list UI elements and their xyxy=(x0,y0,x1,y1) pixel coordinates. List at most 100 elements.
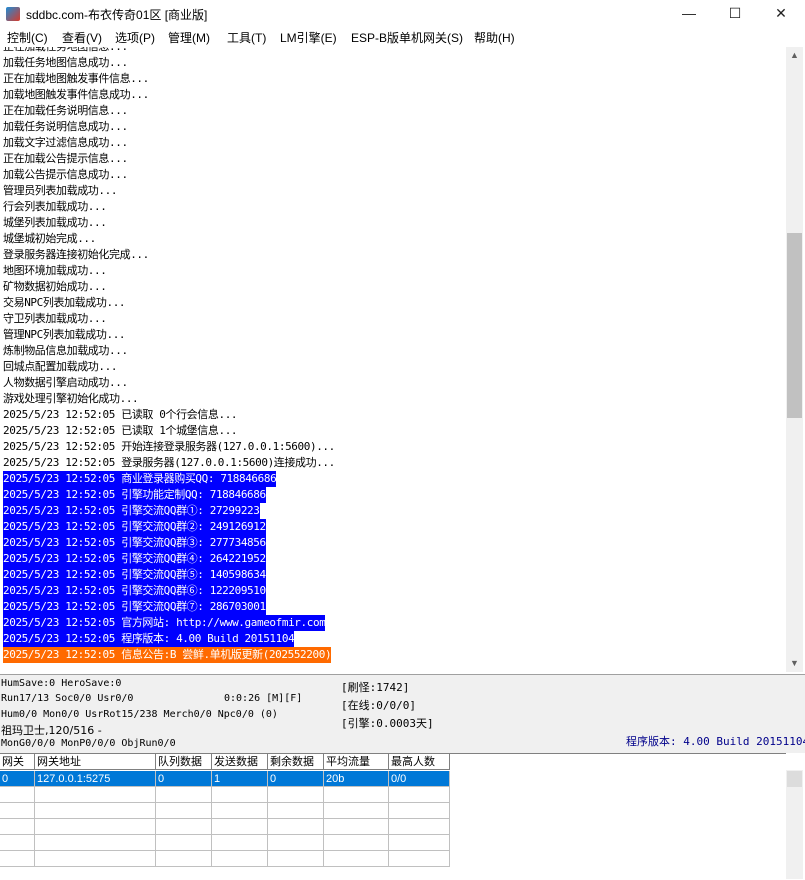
column-header[interactable]: 网关 xyxy=(0,754,35,770)
log-line: 加载公告提示信息成功... xyxy=(3,168,128,181)
log-line: 加载地图触发事件信息成功... xyxy=(3,88,149,101)
log-output[interactable]: 正在加载任务地图信息...加载任务地图信息成功... 正在加载地图触发事件信息..… xyxy=(0,47,786,672)
title-bar: sddbc.com-布衣传奇01区 [商业版] — ☐ ✕ xyxy=(0,0,805,28)
log-line: 2025/5/23 12:52:05 引擎交流QQ群⑤: 140598634 xyxy=(3,567,266,583)
empty-cell[interactable] xyxy=(0,851,35,867)
table-cell[interactable]: 0 xyxy=(268,771,324,787)
window-title: sddbc.com-布衣传奇01区 [商业版] xyxy=(26,8,208,22)
empty-cell[interactable] xyxy=(35,851,156,867)
empty-cell[interactable] xyxy=(212,851,268,867)
empty-cell[interactable] xyxy=(0,803,35,819)
empty-cell[interactable] xyxy=(268,803,324,819)
log-line: 正在加载地图触发事件信息... xyxy=(3,72,149,85)
menu-view[interactable]: 查看(V) xyxy=(62,29,102,46)
empty-cell[interactable] xyxy=(156,851,212,867)
menu-options[interactable]: 选项(P) xyxy=(115,29,155,46)
table-cell[interactable]: 1 xyxy=(212,771,268,787)
empty-cell[interactable] xyxy=(0,787,35,803)
empty-cell[interactable] xyxy=(35,835,156,851)
log-line: 2025/5/23 12:52:05 官方网站: http://www.game… xyxy=(3,615,326,631)
log-line: 2025/5/23 12:52:05 开始连接登录服务器(127.0.0.1:5… xyxy=(3,440,335,453)
column-header[interactable]: 平均流量 xyxy=(324,754,389,770)
log-scrollbar[interactable]: ▲ ▼ xyxy=(786,47,803,672)
log-line: 城堡城初始完成... xyxy=(3,232,96,245)
log-line: 2025/5/23 12:52:05 信息公告:B 尝鲜.单机版更新(20255… xyxy=(3,647,332,663)
empty-cell[interactable] xyxy=(389,787,450,803)
log-line: 2025/5/23 12:52:05 引擎功能定制QQ: 718846686 xyxy=(3,487,266,503)
empty-cell[interactable] xyxy=(389,803,450,819)
empty-cell[interactable] xyxy=(268,819,324,835)
log-line: 2025/5/23 12:52:05 引擎交流QQ群⑥: 122209510 xyxy=(3,583,266,599)
empty-cell[interactable] xyxy=(35,787,156,803)
table-cell[interactable]: 127.0.0.1:5275 xyxy=(35,771,156,787)
empty-cell[interactable] xyxy=(35,819,156,835)
table-scroll-thumb[interactable] xyxy=(787,771,802,787)
empty-cell[interactable] xyxy=(324,819,389,835)
log-line: 炼制物品信息加载成功... xyxy=(3,344,128,357)
column-header[interactable]: 剩余数据 xyxy=(268,754,324,770)
column-header[interactable]: 最高人数 xyxy=(389,754,450,770)
table-scrollbar[interactable] xyxy=(786,770,803,879)
status-runtime: 0:0:26 [M][F] xyxy=(224,693,303,704)
empty-cell[interactable] xyxy=(324,787,389,803)
empty-cell[interactable] xyxy=(324,835,389,851)
empty-cell[interactable] xyxy=(35,803,156,819)
empty-cell[interactable] xyxy=(389,835,450,851)
log-line: 游戏处理引擎初始化成功... xyxy=(3,392,139,405)
empty-cell[interactable] xyxy=(212,819,268,835)
maximize-button[interactable]: ☐ xyxy=(712,0,758,28)
empty-cell[interactable] xyxy=(0,835,35,851)
log-line: 人物数据引擎启动成功... xyxy=(3,376,128,389)
empty-cell[interactable] xyxy=(324,851,389,867)
gateway-table[interactable]: 网关 网关地址 队列数据 发送数据 剩余数据 平均流量 最高人数 0 127.0.0.1:527… xyxy=(0,753,786,880)
empty-cell[interactable] xyxy=(156,787,212,803)
log-line: 加载文字过滤信息成功... xyxy=(3,136,128,149)
empty-cell[interactable] xyxy=(156,835,212,851)
log-line: 城堡列表加载成功... xyxy=(3,216,107,229)
empty-cell[interactable] xyxy=(268,851,324,867)
menu-bar: 控制(C) 查看(V) 选项(P) 管理(M) 工具(T) LM引擎(E) ES… xyxy=(0,28,805,47)
scroll-down-icon[interactable]: ▼ xyxy=(786,655,803,672)
refresh-count: [刷怪:1742] xyxy=(341,681,410,694)
empty-cell[interactable] xyxy=(268,835,324,851)
table-cell[interactable]: 0/0 xyxy=(389,771,450,787)
log-line: 2025/5/23 12:52:05 引擎交流QQ群③: 277734856 xyxy=(3,535,266,551)
menu-esp-gateway[interactable]: ESP-B版单机网关(S) xyxy=(351,29,463,46)
table-cell[interactable]: 0 xyxy=(0,771,35,787)
empty-cell[interactable] xyxy=(268,787,324,803)
empty-cell[interactable] xyxy=(156,803,212,819)
empty-cell[interactable] xyxy=(156,819,212,835)
log-line: 正在加载公告提示信息... xyxy=(3,152,128,165)
table-cell[interactable]: 0 xyxy=(156,771,212,787)
close-button[interactable]: ✕ xyxy=(758,0,804,28)
empty-cell[interactable] xyxy=(212,803,268,819)
log-line: 2025/5/23 12:52:05 引擎交流QQ群④: 264221952 xyxy=(3,551,266,567)
log-line: 矿物数据初始成功... xyxy=(3,280,107,293)
menu-control[interactable]: 控制(C) xyxy=(7,29,48,46)
menu-lm-engine[interactable]: LM引擎(E) xyxy=(280,29,337,46)
empty-cell[interactable] xyxy=(212,787,268,803)
column-header[interactable]: 发送数据 xyxy=(212,754,268,770)
log-line: 正在加载任务说明信息... xyxy=(3,104,128,117)
column-header[interactable]: 队列数据 xyxy=(156,754,212,770)
scroll-thumb[interactable] xyxy=(787,233,802,418)
minimize-button[interactable]: — xyxy=(666,0,712,28)
empty-cell[interactable] xyxy=(212,835,268,851)
log-line: 守卫列表加载成功... xyxy=(3,312,107,325)
empty-cell[interactable] xyxy=(324,803,389,819)
status-counts: Hum0/0 Mon0/0 UsrRot15/238 Merch0/0 Npc0… xyxy=(1,709,278,720)
empty-cell[interactable] xyxy=(389,851,450,867)
column-header[interactable]: 网关地址 xyxy=(35,754,156,770)
log-line: 加载任务说明信息成功... xyxy=(3,120,128,133)
empty-cell[interactable] xyxy=(389,819,450,835)
table-cell[interactable]: 20b xyxy=(324,771,389,787)
status-panel: HumSave:0 HeroSave:0 Run17/13 Soc0/0 Usr… xyxy=(0,674,805,753)
menu-help[interactable]: 帮助(H) xyxy=(474,29,515,46)
empty-cell[interactable] xyxy=(0,819,35,835)
scroll-up-icon[interactable]: ▲ xyxy=(786,47,803,64)
log-line: 2025/5/23 12:52:05 引擎交流QQ群①: 27299223 xyxy=(3,503,260,519)
status-monster: 祖玛卫士,120/516 - xyxy=(1,724,102,737)
menu-tools[interactable]: 工具(T) xyxy=(227,29,266,46)
menu-manage[interactable]: 管理(M) xyxy=(168,29,210,46)
app-icon xyxy=(6,7,20,21)
